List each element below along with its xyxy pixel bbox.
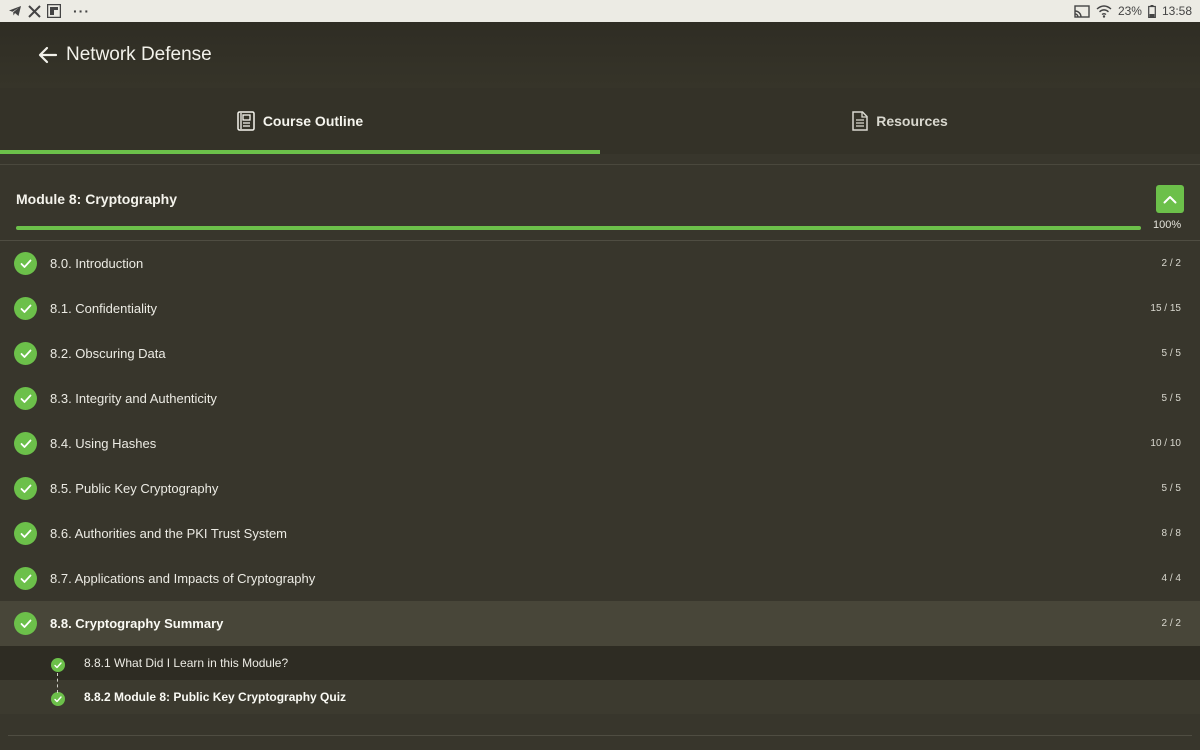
module-title: Module 8: Cryptography xyxy=(16,191,178,207)
section-label: 8.8. Cryptography Summary xyxy=(50,616,224,631)
section-list: 8.0. Introduction 2 / 2 8.1. Confidentia… xyxy=(0,241,1200,714)
battery-icon xyxy=(1148,3,1156,19)
section-count: 8 / 8 xyxy=(1161,528,1181,539)
section-row[interactable]: 8.3. Integrity and Authenticity 5 / 5 xyxy=(0,376,1200,421)
section-label: 8.6. Authorities and the PKI Trust Syste… xyxy=(50,526,288,541)
flipboard-icon xyxy=(47,3,61,19)
back-arrow-icon[interactable] xyxy=(36,43,60,67)
completed-check-icon xyxy=(14,477,37,500)
page-title: Network Defense xyxy=(66,44,212,65)
section-count: 2 / 2 xyxy=(1161,618,1181,629)
section-row[interactable]: 8.1. Confidentiality 15 / 15 xyxy=(0,286,1200,331)
completed-check-icon xyxy=(14,522,37,545)
completed-check-icon xyxy=(14,432,37,455)
telegram-icon xyxy=(8,3,22,19)
more-notifications-icon: ··· xyxy=(73,3,90,19)
wifi-icon xyxy=(1096,3,1112,19)
tab-course-outline-label: Course Outline xyxy=(262,113,364,129)
cast-icon xyxy=(1074,3,1090,19)
completed-check-icon xyxy=(14,612,37,635)
document-icon xyxy=(852,111,868,131)
section-label: 8.7. Applications and Impacts of Cryptog… xyxy=(50,571,316,586)
tab-resources-label: Resources xyxy=(876,113,948,129)
section-label: 8.5. Public Key Cryptography xyxy=(50,481,219,496)
completed-check-icon xyxy=(14,297,37,320)
section-label: 8.4. Using Hashes xyxy=(50,436,157,451)
tab-course-outline[interactable]: Course Outline xyxy=(0,88,600,154)
module-progress-percent: 100% xyxy=(1153,219,1182,231)
section-count: 5 / 5 xyxy=(1161,393,1181,404)
subsection-label: 8.8.1 What Did I Learn in this Module? xyxy=(84,656,289,670)
section-count: 5 / 5 xyxy=(1161,483,1181,494)
divider xyxy=(8,735,1192,736)
section-count: 2 / 2 xyxy=(1161,258,1181,269)
subsection-row[interactable]: 8.8.1 What Did I Learn in this Module? xyxy=(0,646,1200,680)
completed-check-icon xyxy=(14,342,37,365)
section-row[interactable]: 8.6. Authorities and the PKI Trust Syste… xyxy=(0,511,1200,556)
section-row[interactable]: 8.0. Introduction 2 / 2 xyxy=(0,241,1200,286)
status-bar-right: 23% 13:58 xyxy=(1074,3,1192,19)
battery-percent: 23% xyxy=(1117,4,1142,18)
section-label: 8.0. Introduction xyxy=(50,256,144,271)
module-header: Module 8: Cryptography 100% xyxy=(0,164,1200,241)
subsection-row-current[interactable]: 8.8.2 Module 8: Public Key Cryptography … xyxy=(0,680,1200,714)
section-label: 8.3. Integrity and Authenticity xyxy=(50,391,217,406)
completed-check-icon xyxy=(14,567,37,590)
section-label: 8.1. Confidentiality xyxy=(50,301,157,316)
module-progress-fill xyxy=(16,226,1141,230)
app-header: Network Defense xyxy=(0,22,1200,88)
tab-resources[interactable]: Resources xyxy=(600,88,1200,154)
status-bar: ··· 23% 13:58 xyxy=(0,0,1200,22)
subsection-connector xyxy=(57,673,58,693)
subsection-label: 8.8.2 Module 8: Public Key Cryptography … xyxy=(84,690,347,704)
section-label: 8.2. Obscuring Data xyxy=(50,346,166,361)
completed-check-icon xyxy=(51,658,65,672)
outline-icon xyxy=(237,111,255,131)
chevron-up-icon xyxy=(1163,195,1177,203)
completed-check-icon xyxy=(14,387,37,410)
completed-check-icon xyxy=(14,252,37,275)
collapse-button[interactable] xyxy=(1156,185,1184,213)
section-row[interactable]: 8.4. Using Hashes 10 / 10 xyxy=(0,421,1200,466)
clock: 13:58 xyxy=(1161,4,1192,18)
tab-bar: Course Outline Resources xyxy=(0,88,1200,154)
section-count: 10 / 10 xyxy=(1150,438,1181,449)
section-count: 15 / 15 xyxy=(1150,303,1181,314)
x-icon xyxy=(28,3,41,19)
section-row[interactable]: 8.2. Obscuring Data 5 / 5 xyxy=(0,331,1200,376)
section-row[interactable]: 8.5. Public Key Cryptography 5 / 5 xyxy=(0,466,1200,511)
section-count: 4 / 4 xyxy=(1161,573,1181,584)
module-progress-bar xyxy=(16,226,1141,230)
section-count: 5 / 5 xyxy=(1161,348,1181,359)
completed-check-icon xyxy=(51,692,65,706)
section-row[interactable]: 8.7. Applications and Impacts of Cryptog… xyxy=(0,556,1200,601)
status-bar-left: ··· xyxy=(8,3,90,19)
section-row-selected[interactable]: 8.8. Cryptography Summary 2 / 2 xyxy=(0,601,1200,646)
